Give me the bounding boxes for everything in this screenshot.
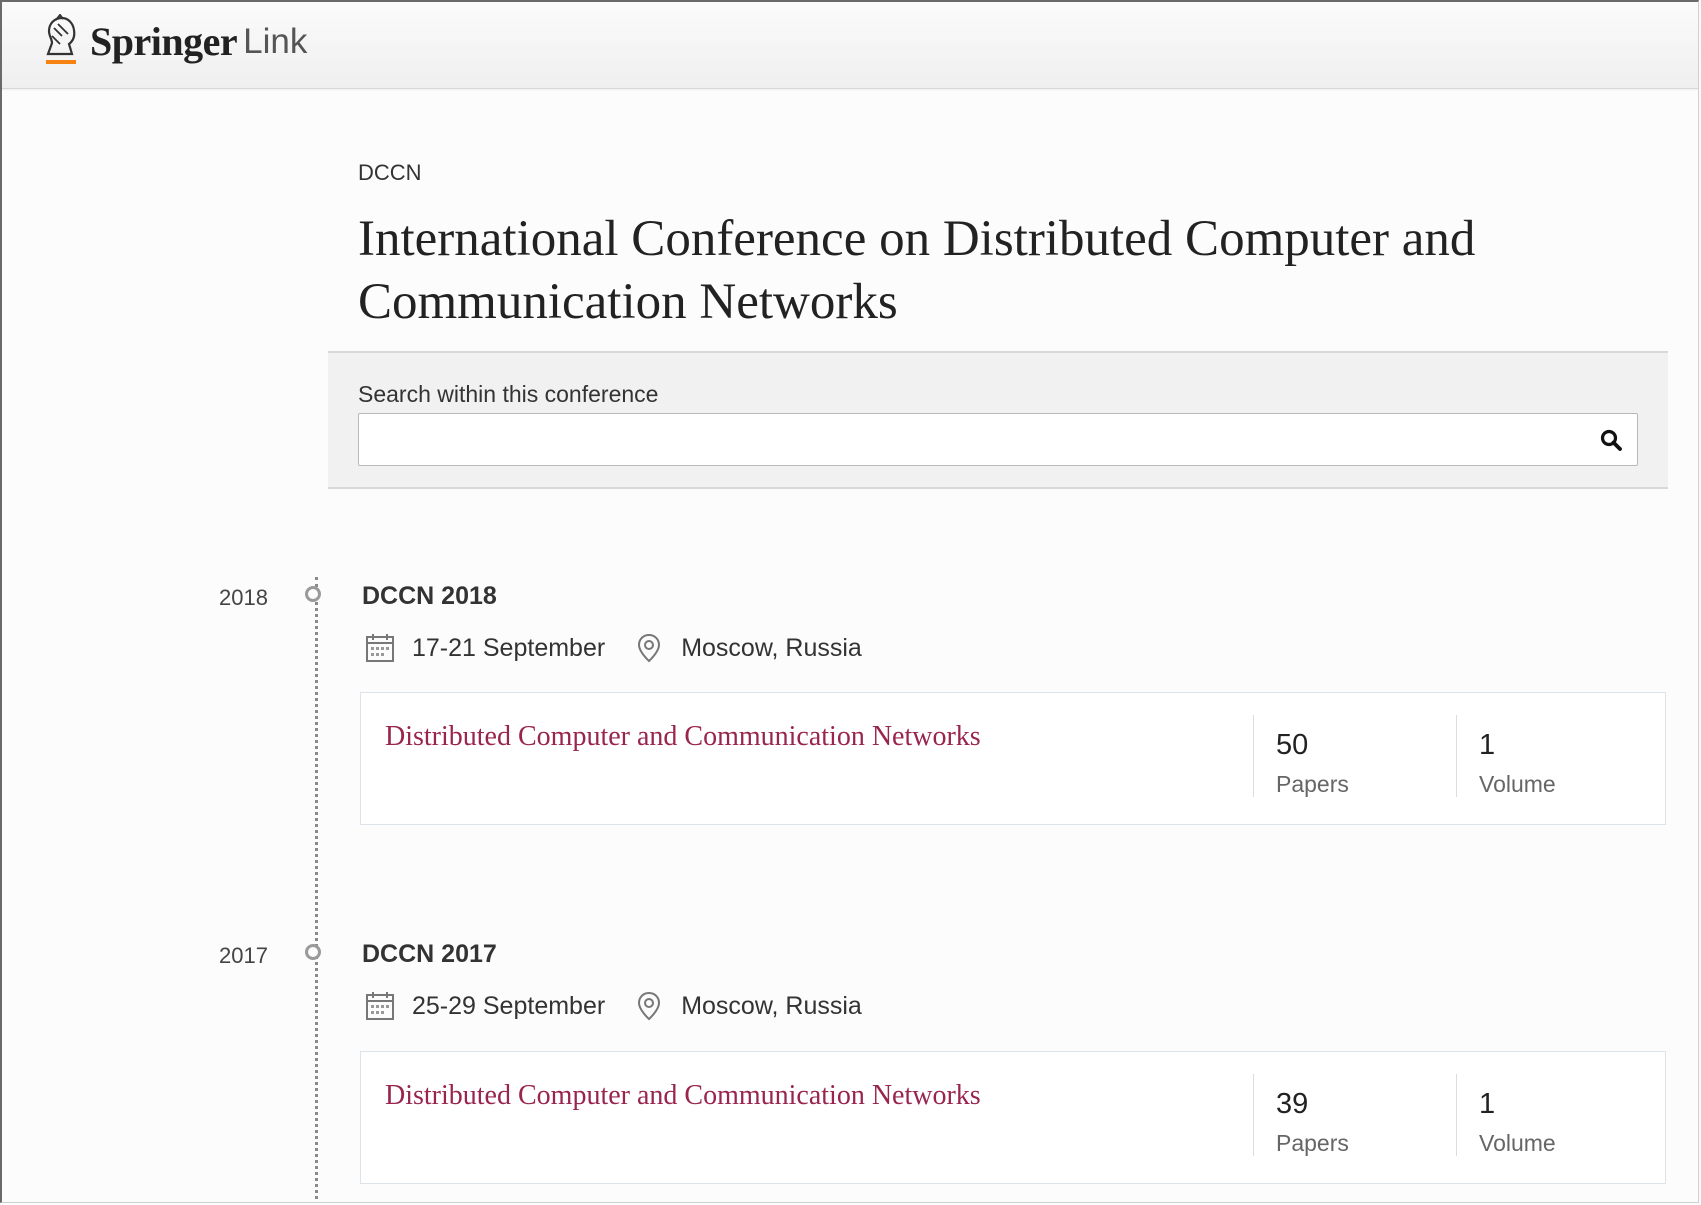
calendar-icon	[366, 992, 394, 1020]
site-header: Springer Link	[2, 2, 1698, 89]
edition-dates: 25-29 September	[412, 991, 606, 1020]
volumes-stat: 1 Volume	[1456, 715, 1657, 797]
location-pin-icon	[638, 633, 661, 663]
volumes-count: 1	[1479, 1088, 1496, 1120]
proceedings-card: Distributed Computer and Communication N…	[360, 1051, 1666, 1184]
search-input[interactable]	[359, 414, 1579, 465]
papers-count: 39	[1276, 1088, 1309, 1120]
logo-text-link: Link	[243, 22, 308, 61]
papers-label: Papers	[1276, 771, 1349, 797]
edition-name[interactable]: DCCN 2017	[362, 940, 497, 969]
edition-meta: 25-29 September Moscow, Russia	[364, 990, 862, 1022]
papers-count: 50	[1276, 729, 1309, 761]
volumes-count: 1	[1479, 729, 1496, 761]
calendar-icon	[366, 634, 394, 662]
logo-text-springer: Springer	[90, 19, 238, 64]
papers-stat: 39 Papers	[1253, 1074, 1454, 1156]
edition-location: Moscow, Russia	[681, 991, 862, 1020]
timeline-line	[315, 577, 318, 1202]
edition-dates: 17-21 September	[412, 633, 606, 662]
proceedings-card: Distributed Computer and Communication N…	[360, 692, 1666, 825]
search-icon	[1600, 429, 1622, 451]
conference-search-panel: Search within this conference	[328, 351, 1668, 489]
timeline-dot-icon	[305, 944, 321, 960]
papers-stat: 50 Papers	[1253, 715, 1454, 797]
volumes-stat: 1 Volume	[1456, 1074, 1657, 1156]
search-box	[358, 413, 1638, 466]
springerlink-logo[interactable]: Springer Link	[40, 14, 307, 70]
timeline-dot-icon	[305, 586, 321, 602]
location-pin-icon	[638, 991, 661, 1021]
search-button[interactable]	[1595, 424, 1627, 456]
papers-label: Papers	[1276, 1130, 1349, 1156]
edition-name[interactable]: DCCN 2018	[362, 582, 497, 611]
edition-location: Moscow, Russia	[681, 633, 862, 662]
volumes-label: Volume	[1479, 1130, 1556, 1156]
proceedings-title-link[interactable]: Distributed Computer and Communication N…	[385, 1080, 981, 1112]
proceedings-title-link[interactable]: Distributed Computer and Communication N…	[385, 721, 981, 753]
edition-meta: 17-21 September Moscow, Russia	[364, 632, 862, 664]
edition-year: 2018	[219, 585, 268, 610]
search-label: Search within this conference	[358, 381, 659, 407]
volumes-label: Volume	[1479, 771, 1556, 797]
edition-year: 2017	[219, 943, 268, 968]
springer-horse-icon	[46, 14, 76, 64]
page-title: International Conference on Distributed …	[358, 211, 1476, 330]
conference-acronym: DCCN	[358, 160, 422, 185]
browser-viewport: Springer Link DCCN International Confere…	[0, 0, 1699, 1203]
